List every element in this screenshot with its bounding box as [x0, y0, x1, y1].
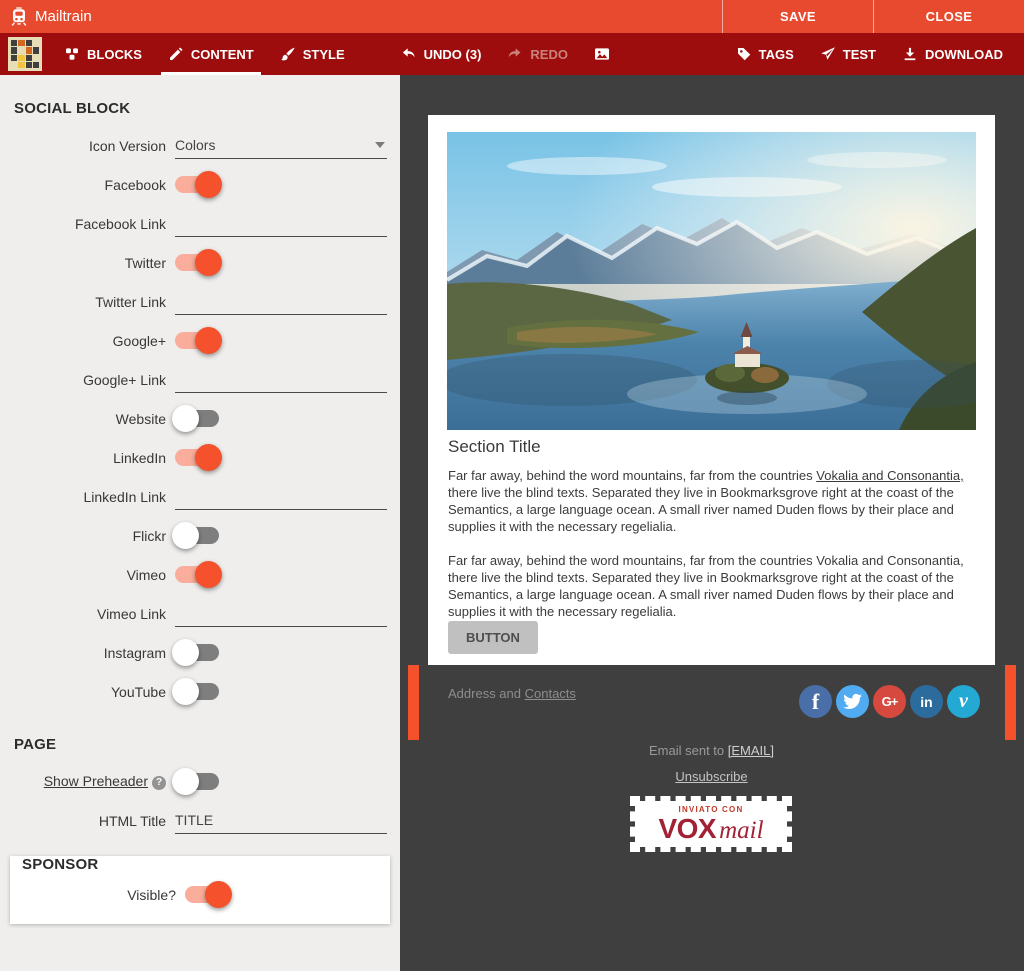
- undo-icon: [401, 46, 417, 62]
- facebook-link-input[interactable]: [175, 211, 387, 237]
- redo-icon: [507, 46, 523, 62]
- twitter-icon[interactable]: [836, 685, 869, 718]
- twitter-toggle[interactable]: [175, 254, 219, 271]
- google-plus-row: Google+: [0, 321, 400, 360]
- tag-icon: [736, 46, 752, 62]
- linkedin-row: LinkedIn: [0, 438, 400, 477]
- linkedin-icon[interactable]: in: [910, 685, 943, 718]
- block-selection-bar-right: [1005, 665, 1016, 740]
- sponsor-card: SPONSOR Visible?: [10, 856, 390, 924]
- close-button[interactable]: CLOSE: [873, 0, 1024, 33]
- icon-version-select[interactable]: Colors: [175, 133, 387, 159]
- email-content-block[interactable]: Section Title Far far away, behind the w…: [428, 115, 995, 665]
- voxmail-logo: [8, 37, 42, 71]
- save-button[interactable]: SAVE: [722, 0, 873, 33]
- vimeo-link-row: Vimeo Link: [0, 594, 400, 633]
- vokalia-link[interactable]: Vokalia and Consonantia,: [816, 468, 963, 483]
- mail-wordmark: mail: [719, 818, 763, 843]
- undo-button[interactable]: UNDO (3): [388, 33, 495, 75]
- contacts-link[interactable]: Contacts: [525, 686, 576, 701]
- unsubscribe-link[interactable]: Unsubscribe: [675, 769, 747, 784]
- icon-version-value: Colors: [175, 137, 215, 153]
- twitter-link-row: Twitter Link: [0, 282, 400, 321]
- brush-icon: [280, 46, 296, 62]
- instagram-toggle[interactable]: [175, 644, 219, 661]
- page-heading: PAGE: [14, 736, 400, 753]
- google-plus-link-input[interactable]: [175, 367, 387, 393]
- pencil-icon: [168, 46, 184, 62]
- linkedin-toggle[interactable]: [175, 449, 219, 466]
- download-icon: [902, 46, 918, 62]
- facebook-row: Facebook: [0, 165, 400, 204]
- show-preheader-label[interactable]: Show Preheader: [44, 773, 148, 789]
- icon-version-row: Icon Version Colors: [0, 126, 400, 165]
- vox-wordmark: VOX: [658, 815, 716, 843]
- footer-social-icons: f G+ in v: [799, 685, 980, 718]
- show-preheader-toggle[interactable]: [175, 773, 219, 790]
- show-preheader-row: Show Preheader?: [0, 762, 400, 801]
- top-bar: Mailtrain SAVE CLOSE: [0, 0, 1024, 33]
- vimeo-row: Vimeo: [0, 555, 400, 594]
- tab-blocks[interactable]: BLOCKS: [51, 33, 155, 75]
- train-icon: [8, 6, 30, 28]
- google-plus-icon[interactable]: G+: [873, 685, 906, 718]
- settings-panel: SOCIAL BLOCK Icon Version Colors Faceboo…: [0, 75, 400, 971]
- editor-toolbar: BLOCKS CONTENT STYLE UNDO (3) REDO: [0, 33, 1024, 75]
- email-sent-to: Email sent to [EMAIL]: [428, 743, 995, 758]
- brand: Mailtrain: [0, 0, 92, 33]
- unsubscribe-row: Unsubscribe: [428, 769, 995, 784]
- flickr-row: Flickr: [0, 516, 400, 555]
- app-title: Mailtrain: [35, 8, 92, 25]
- linkedin-link-row: LinkedIn Link: [0, 477, 400, 516]
- sponsor-visible-toggle[interactable]: [185, 886, 229, 903]
- help-icon[interactable]: ?: [152, 776, 166, 790]
- website-toggle[interactable]: [175, 410, 219, 427]
- website-row: Website: [0, 399, 400, 438]
- tab-content[interactable]: CONTENT: [155, 33, 267, 75]
- facebook-toggle[interactable]: [175, 176, 219, 193]
- chevron-down-icon: [375, 142, 385, 148]
- linkedin-link-input[interactable]: [175, 484, 387, 510]
- flickr-toggle[interactable]: [175, 527, 219, 544]
- image-manager-button[interactable]: [581, 33, 623, 75]
- html-title-row: HTML Title: [0, 801, 400, 840]
- sponsor-heading: SPONSOR: [22, 856, 390, 873]
- email-paragraph-1[interactable]: Far far away, behind the word mountains,…: [448, 467, 977, 535]
- vimeo-toggle[interactable]: [175, 566, 219, 583]
- test-button[interactable]: TEST: [807, 33, 889, 75]
- social-block-heading: SOCIAL BLOCK: [14, 100, 400, 117]
- email-cta-button[interactable]: BUTTON: [448, 621, 538, 654]
- google-plus-link-row: Google+ Link: [0, 360, 400, 399]
- paper-plane-icon: [820, 46, 836, 62]
- download-button[interactable]: DOWNLOAD: [889, 33, 1016, 75]
- block-selection-bar-left: [408, 665, 419, 740]
- hero-image[interactable]: [447, 132, 976, 430]
- instagram-row: Instagram: [0, 633, 400, 672]
- footer-address: Address and Contacts: [448, 686, 576, 701]
- google-plus-toggle[interactable]: [175, 332, 219, 349]
- twitter-row: Twitter: [0, 243, 400, 282]
- section-title[interactable]: Section Title: [448, 437, 541, 457]
- facebook-icon[interactable]: f: [799, 685, 832, 718]
- html-title-input[interactable]: [175, 808, 387, 834]
- mailtrain-editor: Mailtrain SAVE CLOSE BLOCKS CONTENT STYL…: [0, 0, 1024, 971]
- voxmail-stamp[interactable]: INVIATO CON VOX mail: [630, 796, 792, 852]
- facebook-link-row: Facebook Link: [0, 204, 400, 243]
- email-paragraph-2[interactable]: Far far away, behind the word mountains,…: [448, 552, 977, 620]
- image-icon: [594, 46, 610, 62]
- youtube-row: YouTube: [0, 672, 400, 711]
- email-preview: Section Title Far far away, behind the w…: [400, 75, 1024, 971]
- blocks-icon: [64, 46, 80, 62]
- email-placeholder-link[interactable]: [EMAIL]: [728, 743, 774, 758]
- redo-button[interactable]: REDO: [494, 33, 581, 75]
- vimeo-link-input[interactable]: [175, 601, 387, 627]
- tags-button[interactable]: TAGS: [723, 33, 807, 75]
- twitter-link-input[interactable]: [175, 289, 387, 315]
- tab-style[interactable]: STYLE: [267, 33, 358, 75]
- icon-version-label: Icon Version: [0, 138, 175, 154]
- youtube-toggle[interactable]: [175, 683, 219, 700]
- sponsor-visible-row: Visible?: [10, 875, 390, 914]
- vimeo-icon[interactable]: v: [947, 685, 980, 718]
